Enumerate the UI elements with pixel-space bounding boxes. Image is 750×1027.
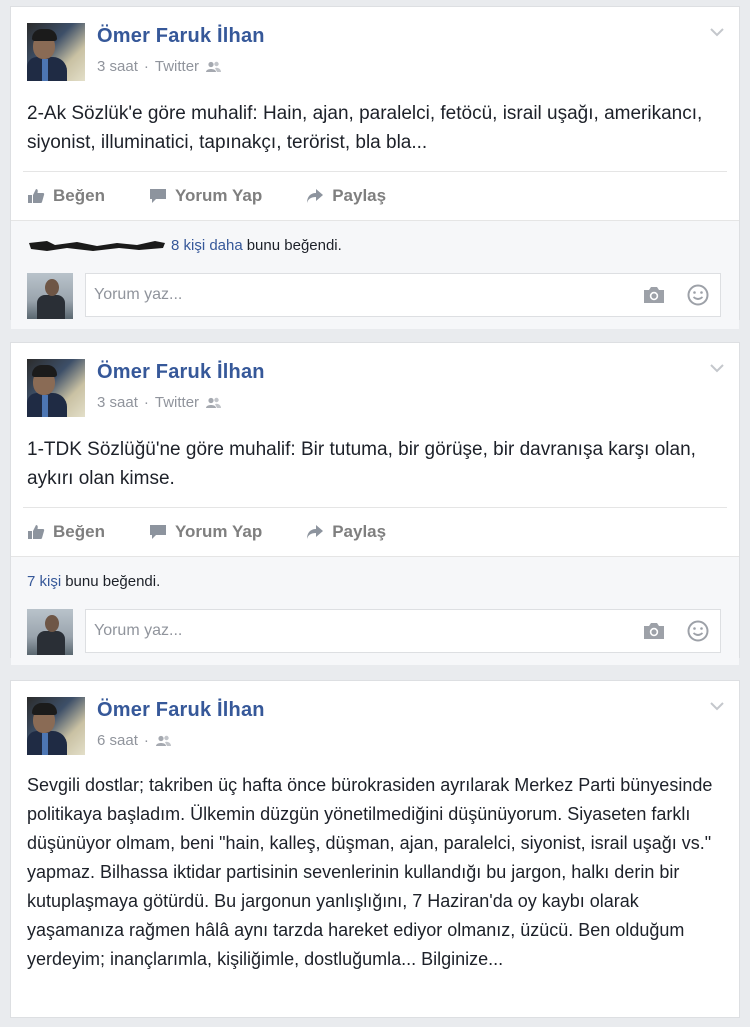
meta-separator: ·: [143, 732, 149, 749]
post-time[interactable]: 3 saat: [97, 58, 138, 75]
audience-friends-icon[interactable]: [205, 397, 222, 409]
post-card: Ömer Faruk İlhan 3 saat · Twitter 2-Ak S…: [10, 6, 740, 329]
comment-button[interactable]: Yorum Yap: [149, 186, 262, 206]
post-header: Ömer Faruk İlhan 3 saat · Twitter: [11, 343, 739, 417]
chevron-down-icon[interactable]: [709, 363, 725, 373]
post-actions: Beğen Yorum Yap Paylaş: [23, 171, 727, 220]
post-source: Twitter: [154, 394, 200, 411]
meta-separator: ·: [143, 58, 149, 75]
post-time[interactable]: 6 saat: [97, 732, 138, 749]
share-label: Paylaş: [332, 522, 387, 541]
post-header: Ömer Faruk İlhan 6 saat ·: [11, 681, 739, 755]
share-arrow-icon: [307, 525, 324, 539]
comment-input[interactable]: [85, 273, 721, 317]
viewer-avatar: [27, 609, 73, 655]
post-actions: Beğen Yorum Yap Paylaş: [23, 507, 727, 556]
post-card: Ömer Faruk İlhan 6 saat · Sevgili dostla…: [10, 680, 740, 1018]
post-meta: 6 saat ·: [97, 732, 171, 749]
camera-icon[interactable]: [643, 286, 665, 304]
post-text: Sevgili dostlar; takriben üç hafta önce …: [27, 775, 713, 969]
like-label: Beğen: [53, 186, 105, 205]
redaction-scribble: [29, 240, 165, 251]
likes-count-link[interactable]: 7 kişi: [27, 573, 61, 590]
like-button[interactable]: Beğen: [27, 186, 105, 206]
author-name[interactable]: Ömer Faruk İlhan: [97, 699, 265, 722]
post-text: 2-Ak Sözlük'e göre muhalif: Hain, ajan, …: [27, 103, 703, 153]
chevron-down-icon[interactable]: [709, 27, 725, 37]
emoji-icon[interactable]: [687, 284, 709, 306]
share-label: Paylaş: [332, 186, 387, 205]
like-label: Beğen: [53, 522, 105, 541]
comment-input[interactable]: [85, 609, 721, 653]
audience-friends-icon[interactable]: [205, 61, 222, 73]
likes-summary: 7 kişi bunu beğendi.: [11, 556, 739, 607]
comment-composer: [11, 607, 739, 665]
thumbs-up-icon: [28, 189, 45, 203]
comment-label: Yorum Yap: [174, 522, 263, 541]
comment-composer: [11, 271, 739, 329]
like-button[interactable]: Beğen: [27, 522, 105, 542]
likes-summary: 8 kişi daha bunu beğendi.: [11, 220, 739, 271]
post-header: Ömer Faruk İlhan 3 saat · Twitter: [11, 7, 739, 81]
author-avatar[interactable]: [27, 697, 85, 755]
share-arrow-icon: [307, 189, 324, 203]
chevron-down-icon[interactable]: [709, 701, 725, 711]
comment-bubble-icon: [149, 525, 166, 539]
thumbs-up-icon: [28, 525, 45, 539]
post-card: Ömer Faruk İlhan 3 saat · Twitter 1-TDK …: [10, 342, 740, 665]
camera-icon[interactable]: [643, 622, 665, 640]
author-avatar[interactable]: [27, 23, 85, 81]
author-name[interactable]: Ömer Faruk İlhan: [97, 25, 265, 48]
likes-text: bunu beğendi.: [65, 573, 161, 590]
comment-label: Yorum Yap: [174, 186, 263, 205]
post-meta: 3 saat · Twitter: [97, 394, 222, 411]
viewer-avatar: [27, 273, 73, 319]
author-avatar[interactable]: [27, 359, 85, 417]
post-source: Twitter: [154, 58, 200, 75]
likes-text: bunu beğendi.: [246, 237, 342, 254]
share-button[interactable]: Paylaş: [306, 522, 386, 542]
emoji-icon[interactable]: [687, 620, 709, 642]
post-time[interactable]: 3 saat: [97, 394, 138, 411]
comment-button[interactable]: Yorum Yap: [149, 522, 262, 542]
post-text: 1-TDK Sözlüğü'ne göre muhalif: Bir tutum…: [27, 439, 696, 489]
share-button[interactable]: Paylaş: [306, 186, 386, 206]
audience-friends-icon[interactable]: [155, 735, 171, 747]
meta-separator: ·: [143, 394, 149, 411]
comment-bubble-icon: [149, 189, 166, 203]
likes-count-link[interactable]: 8 kişi daha: [171, 237, 243, 254]
post-meta: 3 saat · Twitter: [97, 58, 222, 75]
author-name[interactable]: Ömer Faruk İlhan: [97, 361, 265, 384]
